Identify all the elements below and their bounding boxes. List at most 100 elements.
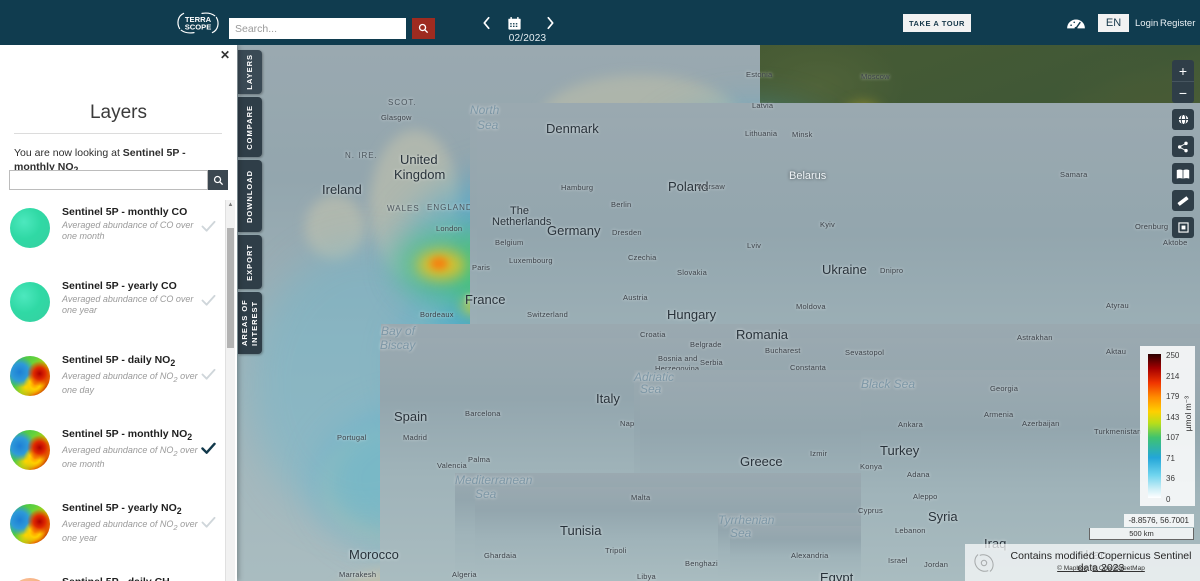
side-tab-label: COMPARE	[245, 104, 254, 150]
language-selector[interactable]: EN	[1098, 14, 1129, 32]
layer-check-icon[interactable]	[201, 294, 216, 308]
terrascope-watermark-icon	[969, 549, 999, 577]
layer-text-block: Sentinel 5P - daily NO2 Averaged abundanc…	[62, 354, 202, 396]
legend-tick-label: 0	[1166, 495, 1171, 504]
basemap-control-group[interactable]	[1172, 163, 1194, 184]
layer-list[interactable]: Sentinel 5P - monthly CO Averaged abundan…	[0, 200, 237, 581]
layer-description: Averaged abundance of NO2 over one month	[62, 445, 198, 469]
legend-tick-label: 107	[1166, 433, 1180, 443]
layer-list-item[interactable]: Sentinel 5P - monthly CO Averaged abundan…	[0, 200, 237, 274]
layer-text-block: Sentinel 5P - yearly CO Averaged abundanc…	[62, 280, 202, 316]
terrascope-logo-icon[interactable]: TERRA SCOPE	[170, 11, 226, 35]
layer-check-icon[interactable]	[201, 516, 216, 530]
plume-hotspot-athens	[752, 508, 774, 523]
map-controls[interactable]: + −	[1172, 60, 1194, 244]
side-tab-download[interactable]: DOWNLOAD	[238, 160, 262, 232]
layer-selected-check-icon[interactable]	[201, 442, 216, 456]
legend-tick-label: 179	[1166, 392, 1180, 402]
layer-thumbnail	[10, 282, 50, 322]
layer-description: Averaged abundance of NO2 over one day	[62, 371, 198, 395]
layer-description: Averaged abundance of CO over one year	[62, 294, 194, 315]
share-control-group[interactable]	[1172, 136, 1194, 157]
scroll-up-arrow[interactable]: ▲	[227, 201, 234, 209]
plume-hotspot-istanbul	[800, 455, 840, 477]
legend-tick-label: 143	[1166, 412, 1180, 422]
mapbox-link[interactable]: © Mapbox	[1057, 565, 1087, 572]
plume-hotspot-povalley-core	[565, 381, 600, 396]
side-tab-compare[interactable]: COMPARE	[238, 97, 262, 157]
legend-unit-label: µmol m⁻³	[1183, 396, 1193, 432]
plume-haze-caspian	[980, 315, 1160, 495]
plume-hotspot-moscow	[846, 103, 880, 125]
search-input[interactable]	[229, 18, 406, 39]
layer-text-block: Sentinel 5P - yearly NO2 Averaged abundan…	[62, 502, 202, 544]
plume-hotspot-ruhr	[580, 245, 628, 281]
date-navigator[interactable]: 02/2023	[470, 14, 585, 45]
layer-check-icon[interactable]	[201, 220, 216, 234]
side-tab-export[interactable]: EXPORT	[238, 235, 262, 289]
expand-icon[interactable]	[1172, 217, 1194, 238]
layer-name: Sentinel 5P - monthly NO2	[62, 428, 193, 443]
layer-description: Averaged abundance of CO over one month	[62, 220, 194, 241]
layer-list-scrollbar[interactable]: ▲ ▼	[225, 200, 235, 581]
scroll-thumb[interactable]	[227, 228, 234, 348]
layers-panel: ✕ Layers You are now looking at Sentinel…	[0, 45, 237, 581]
register-link[interactable]: Register	[1160, 18, 1195, 29]
side-tab-strip[interactable]: LAYERS COMPARE DOWNLOAD EXPORT AREAS OF INTE…	[238, 50, 262, 357]
plume-hotspot-silesia	[660, 275, 694, 297]
plume-hotspot-benelux	[483, 235, 575, 287]
chevron-right-icon[interactable]	[542, 14, 558, 32]
layer-description: Averaged abundance of NO2 over one year	[62, 519, 198, 543]
globe-icon[interactable]	[1172, 109, 1194, 130]
book-icon[interactable]	[1172, 163, 1194, 184]
side-tab-label: DOWNLOAD	[245, 169, 254, 223]
svg-text:SCOPE: SCOPE	[185, 22, 212, 31]
layer-name: Sentinel 5P - daily NO2	[62, 354, 176, 369]
legend-colorbar	[1148, 354, 1161, 498]
take-a-tour-button[interactable]: TAKE A TOUR	[903, 14, 971, 32]
layer-search-input[interactable]	[9, 170, 208, 190]
speedometer-icon[interactable]	[1065, 15, 1087, 31]
measure-control-group[interactable]	[1172, 190, 1194, 211]
plume-hotspot-cyprus-coast	[880, 532, 920, 554]
zoom-in-button[interactable]: +	[1172, 60, 1194, 81]
osm-link[interactable]: © OpenStreetMap	[1092, 565, 1144, 572]
globe-control-group[interactable]	[1172, 109, 1194, 130]
chevron-left-icon[interactable]	[478, 14, 494, 32]
top-navigation-bar: TERRA SCOPE Search... 02/2023 TAKE A TOU…	[0, 0, 1200, 45]
global-search[interactable]	[229, 18, 435, 39]
layer-text-block: Sentinel 5P - daily CH4Averaged abundanc…	[62, 576, 202, 581]
close-icon[interactable]: ✕	[220, 49, 230, 61]
current-layer-prefix: You are now looking at	[14, 147, 123, 159]
ruler-icon[interactable]	[1172, 190, 1194, 211]
zoom-control-group[interactable]: + −	[1172, 60, 1194, 103]
layer-name: Sentinel 5P - yearly CO	[62, 280, 177, 292]
layer-thumbnail	[10, 504, 50, 544]
layer-list-item[interactable]: Sentinel 5P - yearly NO2 Averaged abundan…	[0, 496, 237, 570]
plume-hotspot-madrid	[395, 468, 421, 486]
side-tab-layers[interactable]: LAYERS	[238, 50, 262, 94]
layer-list-item[interactable]: Sentinel 5P - yearly CO Averaged abundanc…	[0, 274, 237, 348]
layer-name: Sentinel 5P - monthly CO	[62, 206, 188, 218]
side-tab-areas-of-interest[interactable]: AREAS OF INTEREST	[238, 292, 262, 354]
layer-search-button[interactable]	[208, 170, 228, 190]
layer-name: Sentinel 5P - daily CH4	[62, 576, 202, 581]
fullscreen-control-group[interactable]	[1172, 217, 1194, 238]
map-scalebar-label: 500 km	[1129, 529, 1154, 538]
plume-hotspot-london-core	[430, 257, 448, 270]
map-attribution: Contains modified Copernicus Sentinel da…	[965, 544, 1200, 581]
layer-thumbnail	[10, 208, 50, 248]
layer-list-item[interactable]: Sentinel 5P - daily NO2 Averaged abundanc…	[0, 348, 237, 422]
search-button[interactable]	[412, 18, 435, 39]
layer-list-item[interactable]: Sentinel 5P - daily CH4Averaged abundanc…	[0, 570, 237, 581]
login-link[interactable]: Login	[1135, 18, 1158, 29]
layer-text-block: Sentinel 5P - monthly CO Averaged abundan…	[62, 206, 202, 242]
layer-list-item[interactable]: Sentinel 5P - monthly NO2 Averaged abunda…	[0, 422, 237, 496]
calendar-icon[interactable]	[504, 14, 524, 32]
layer-check-icon[interactable]	[201, 368, 216, 382]
share-icon[interactable]	[1172, 136, 1194, 157]
panel-divider	[14, 133, 222, 134]
zoom-out-button[interactable]: −	[1172, 81, 1194, 103]
attribution-links[interactable]: © Mapbox © OpenStreetMap	[1003, 565, 1199, 572]
plume-hotspot-algiers	[455, 545, 483, 561]
